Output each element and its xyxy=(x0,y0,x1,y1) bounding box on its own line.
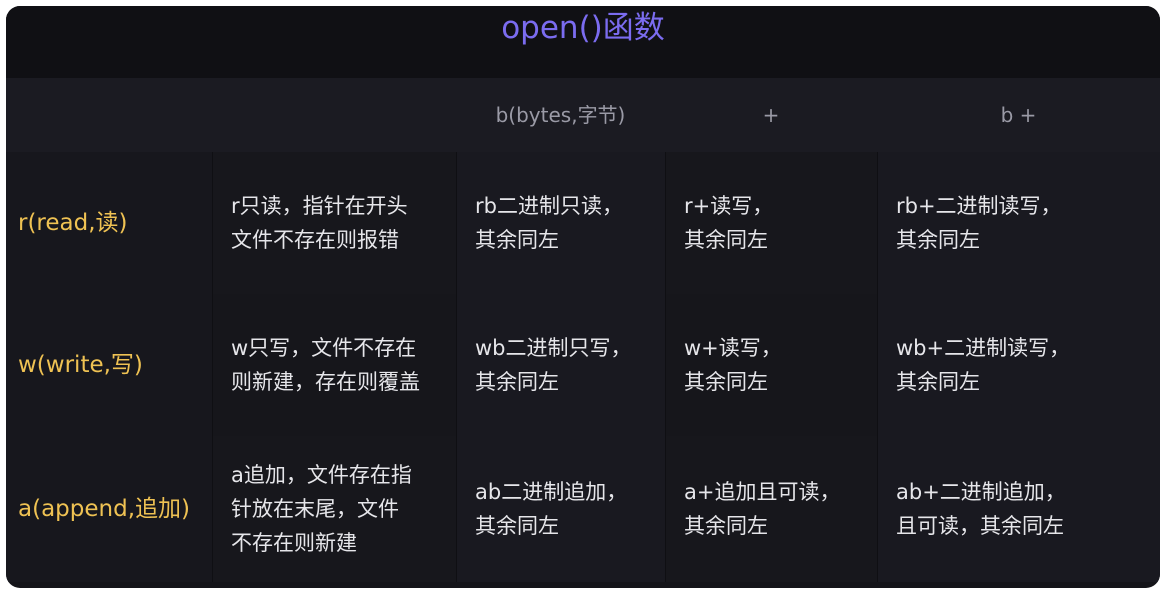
table-cell-rb: rb二进制只读， 其余同左 xyxy=(456,152,665,294)
table-cell-r: r只读，指针在开头 文件不存在则报错 xyxy=(212,152,456,294)
row-label-write: w(write,写) xyxy=(6,294,212,436)
open-modes-table: b(bytes,字节) + b + r(read,读) r只读，指针在开头 文件… xyxy=(6,78,1160,582)
table-title: open()函数 xyxy=(6,6,1160,78)
table-cell-w: w只写，文件不存在 则新建，存在则覆盖 xyxy=(212,294,456,436)
header-empty-cell xyxy=(6,78,212,152)
row-label-read: r(read,读) xyxy=(6,152,212,294)
header-cell-default xyxy=(212,78,456,152)
table-cell-a-plus: a+追加且可读， 其余同左 xyxy=(665,436,877,582)
header-cell-plus: + xyxy=(665,78,877,152)
table-cell-wb-plus: wb+二进制读写， 其余同左 xyxy=(877,294,1160,436)
row-label-append: a(append,追加) xyxy=(6,436,212,582)
header-cell-bytes-plus: b + xyxy=(877,78,1160,152)
table-cell-wb: wb二进制只写， 其余同左 xyxy=(456,294,665,436)
table-cell-a: a追加，文件存在指 针放在末尾，文件 不存在则新建 xyxy=(212,436,456,582)
table-cell-rb-plus: rb+二进制读写， 其余同左 xyxy=(877,152,1160,294)
open-function-table-card: open()函数 b(bytes,字节) + b + r(read,读) r只读… xyxy=(6,6,1160,588)
table-cell-ab: ab二进制追加， 其余同左 xyxy=(456,436,665,582)
header-cell-bytes: b(bytes,字节) xyxy=(456,78,665,152)
table-cell-ab-plus: ab+二进制追加， 且可读，其余同左 xyxy=(877,436,1160,582)
table-cell-r-plus: r+读写， 其余同左 xyxy=(665,152,877,294)
table-cell-w-plus: w+读写， 其余同左 xyxy=(665,294,877,436)
